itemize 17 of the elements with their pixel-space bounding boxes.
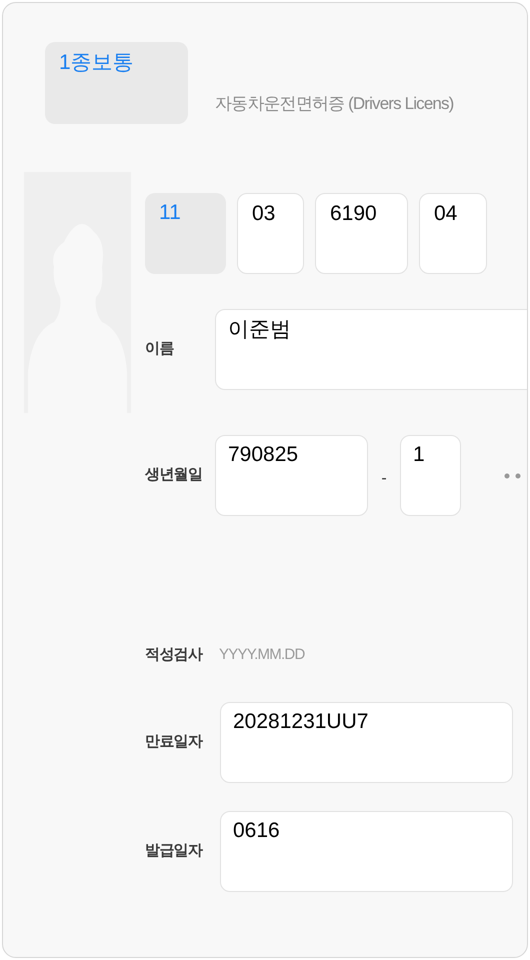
license-number-field[interactable]: 04	[419, 193, 487, 274]
separator-dash: -	[381, 468, 387, 488]
aptitude-test-field[interactable]: YYYY.MM.DD	[219, 644, 419, 666]
birth-date-field[interactable]: 790825	[215, 435, 368, 516]
masked-digits-icon	[504, 472, 522, 478]
id-suffix-field[interactable]: 1	[400, 435, 461, 516]
license-number-field[interactable]: 6190	[315, 193, 408, 274]
field-label: 발급일자	[145, 840, 202, 861]
license-title: 자동차운전면허증 (Drivers Licens)	[215, 94, 454, 113]
name-field[interactable]: 이준범	[215, 309, 527, 390]
date-field[interactable]: 20281231UU7	[220, 702, 513, 782]
field-label: 이름	[145, 339, 174, 360]
field-label: 만료일자	[145, 732, 202, 752]
license-number-field[interactable]: 03	[237, 193, 304, 274]
date-field[interactable]: 0616	[220, 810, 513, 892]
field-label: 생년월일	[145, 465, 202, 486]
field-label: 적성검사	[145, 645, 202, 665]
